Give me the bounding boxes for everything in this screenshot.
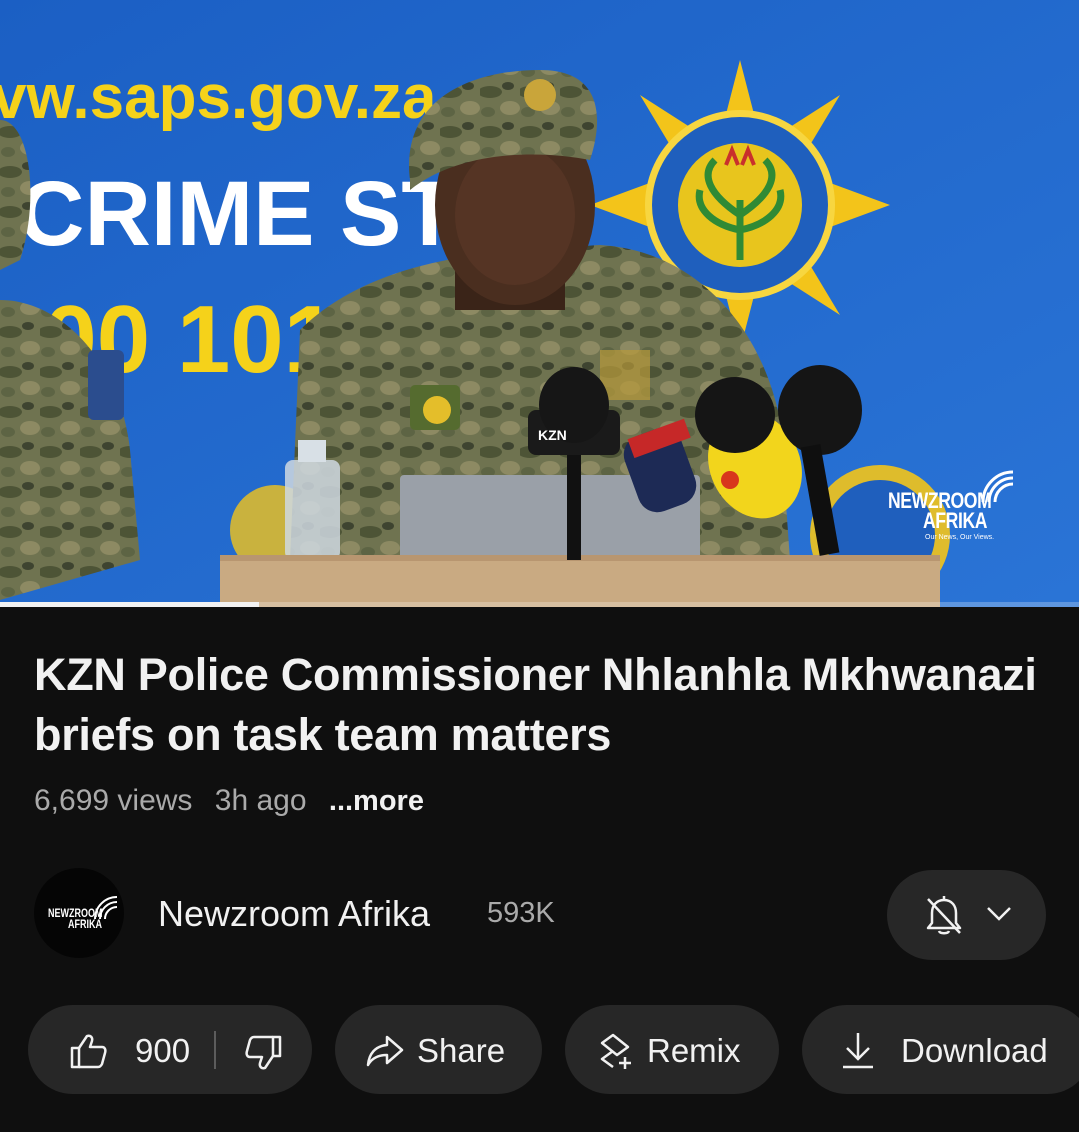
video-player[interactable]: vw.saps.gov.za CRIME ST 600 101 KZN NEWZ… [0,0,1079,607]
remix-button[interactable]: Remix [565,1005,779,1094]
remix-icon [600,1033,631,1069]
thumbs-up-icon[interactable] [68,1031,108,1071]
like-count[interactable]: 900 [135,1032,190,1070]
remix-label: Remix [647,1032,741,1069]
watermark-line2: AFRIKA [923,508,988,533]
view-count: 6,699 views [34,784,193,817]
channel-name[interactable]: Newzroom Afrika [158,893,430,935]
svg-text:vw.saps.gov.za: vw.saps.gov.za [0,63,437,132]
share-label: Share [417,1032,506,1069]
watermark-tagline: Our News, Our Views. [925,534,995,541]
svg-text:CRIME ST: CRIME ST [18,163,458,265]
progress-bar[interactable] [0,602,1079,607]
bell-off-icon [926,896,962,935]
like-divider [214,1031,216,1069]
channel-watermark: NEWZROOM AFRIKA Our News, Our Views. [885,462,1030,547]
download-button[interactable]: Download [802,1005,1079,1094]
svg-text:KZN: KZN [538,427,567,443]
chevron-down-icon [987,907,1011,921]
upload-age: 3h ago [214,784,307,817]
subscriber-count: 593K [487,897,555,929]
video-meta[interactable]: 6,699 views 3h ago ...more [34,784,438,818]
share-button[interactable]: Share [335,1005,542,1094]
video-title[interactable]: KZN Police Commissioner Nhlanhla Mkhwana… [34,645,1044,765]
like-dislike-group: 900 [28,1005,312,1094]
notification-settings-button[interactable] [887,870,1046,960]
thumbs-down-icon[interactable] [244,1033,284,1073]
avatar-text-line2: AFRIKA [68,917,102,931]
download-icon [843,1033,873,1069]
download-label: Download [901,1032,1048,1069]
channel-avatar[interactable]: NEWZROOM AFRIKA [34,868,124,958]
more-link[interactable]: ...more [329,785,424,817]
progress-bar-fill [0,602,259,607]
share-arrow-icon [366,1035,404,1067]
